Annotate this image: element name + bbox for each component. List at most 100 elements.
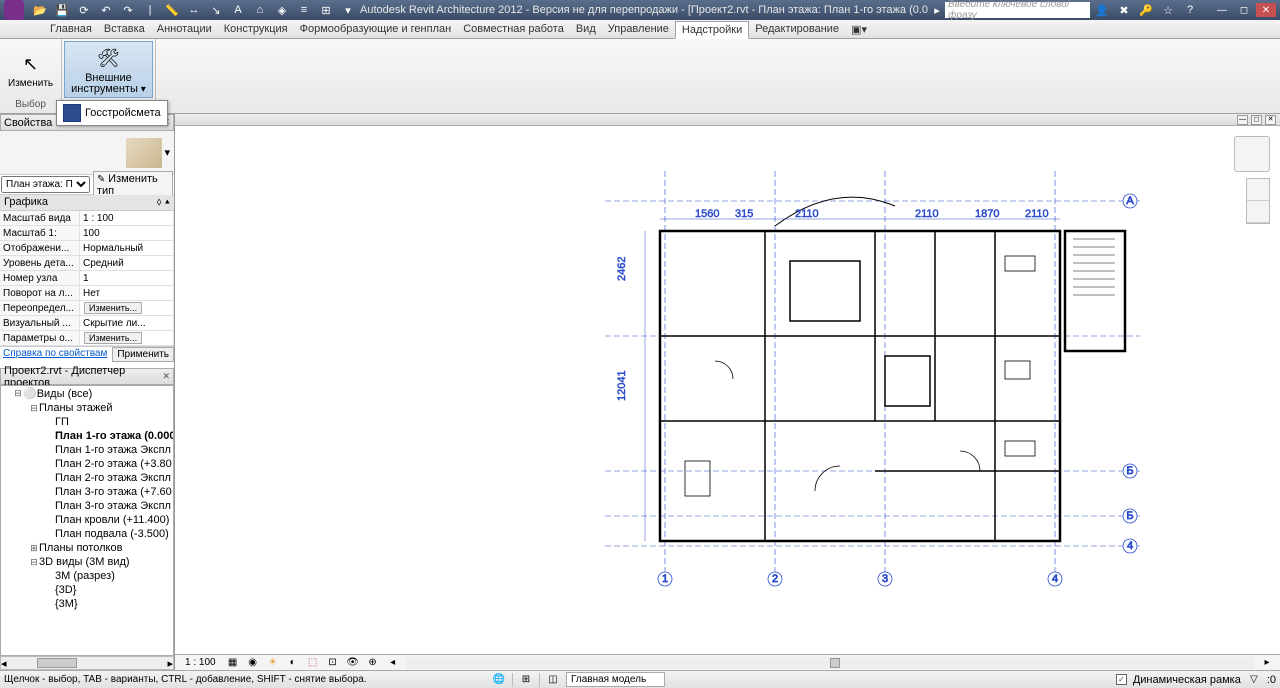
svg-text:315: 315 xyxy=(735,208,753,220)
prop-override-button[interactable]: Изменить... xyxy=(84,302,142,314)
prop-scale1-value[interactable]: 100 xyxy=(80,226,174,240)
hide-icon[interactable]: 👁 xyxy=(346,656,360,670)
reveal-icon[interactable]: ⊕ xyxy=(366,656,380,670)
prop-partnum-value[interactable]: 1 xyxy=(80,271,174,285)
model-selector[interactable]: Главная модель xyxy=(566,672,665,687)
measure-icon[interactable]: 📏 xyxy=(164,2,180,18)
scale-display[interactable]: 1 : 100 xyxy=(181,657,220,668)
exchange-icon[interactable]: ✖ xyxy=(1116,2,1132,18)
tree-item[interactable]: ГП xyxy=(1,415,173,429)
prop-scale-value[interactable]: 1 : 100 xyxy=(80,211,174,225)
tab-addins[interactable]: Надстройки xyxy=(675,21,749,39)
view-hscroll[interactable] xyxy=(406,657,1254,669)
view-cube[interactable] xyxy=(1234,136,1270,172)
properties-help-link[interactable]: Справка по свойствам xyxy=(0,347,112,362)
tab-manage[interactable]: Управление xyxy=(602,20,675,38)
navigation-bar[interactable] xyxy=(1246,178,1270,224)
visual-style-icon[interactable]: ◉ xyxy=(246,656,260,670)
redo-icon[interactable]: ↷ xyxy=(120,2,136,18)
view-window-controls: — ◻ ✕ xyxy=(175,114,1280,126)
dim-icon[interactable]: ↔ xyxy=(186,2,202,18)
cursor-icon: ↖ xyxy=(17,50,45,78)
tree-item[interactable]: План 1-го этажа (0.000 xyxy=(1,429,173,443)
tab-view[interactable]: Вид xyxy=(570,20,602,38)
key-icon[interactable]: 🔑 xyxy=(1138,2,1154,18)
tree-item[interactable]: План подвала (-3.500) xyxy=(1,527,173,541)
app-logo[interactable] xyxy=(4,0,24,20)
close-button[interactable]: ✕ xyxy=(1256,3,1276,17)
sign-in-icon[interactable]: 👤 xyxy=(1094,2,1110,18)
tab-home[interactable]: Главная xyxy=(44,20,98,38)
help-icon[interactable]: ? xyxy=(1182,2,1198,18)
category-selector[interactable]: План этажа: П xyxy=(1,176,90,193)
tree-item[interactable]: План кровли (+11.400) xyxy=(1,513,173,527)
3d-icon[interactable]: ⌂ xyxy=(252,2,268,18)
tree-item[interactable]: План 3-го этажа (+7.60 xyxy=(1,485,173,499)
prop-params-button[interactable]: Изменить... xyxy=(84,332,142,344)
minimize-button[interactable]: — xyxy=(1212,3,1232,17)
thin-lines-icon[interactable]: ≡ xyxy=(296,2,312,18)
title-next-icon[interactable]: ▸ xyxy=(929,2,945,18)
type-selector-thumb[interactable]: ▾ xyxy=(0,131,174,175)
tree-item[interactable]: 3М (разрез) xyxy=(1,569,173,583)
panel-close-icon[interactable]: ✕ xyxy=(162,371,170,382)
undo-icon[interactable]: ↶ xyxy=(98,2,114,18)
close-win-icon[interactable]: ⊞ xyxy=(318,2,334,18)
prop-visual-value[interactable]: Скрытие ли... xyxy=(80,316,174,330)
tab-annotate[interactable]: Аннотации xyxy=(151,20,218,38)
crop-region-icon[interactable]: ⊡ xyxy=(326,656,340,670)
detail-level-icon[interactable]: ▦ xyxy=(226,656,240,670)
crop-icon[interactable]: ⬚ xyxy=(306,656,320,670)
section-icon[interactable]: ◈ xyxy=(274,2,290,18)
browser-hscroll[interactable]: ◂▸ xyxy=(0,656,174,670)
tree-item[interactable]: План 3-го этажа Экспл xyxy=(1,499,173,513)
prop-rotation-value[interactable]: Нет xyxy=(80,286,174,300)
tree-item[interactable]: План 2-го этажа Экспл xyxy=(1,471,173,485)
nav-right-icon[interactable]: ▸ xyxy=(1260,656,1274,670)
workset-icon[interactable]: 🌐 xyxy=(492,673,506,687)
gosstroysmeta-menu-item[interactable]: Госстройсмета xyxy=(56,100,168,126)
tab-panel-toggle[interactable]: ▣▾ xyxy=(845,20,873,38)
browser-tree[interactable]: ⊟⚪ Виды (все) ⊟Планы этажей ГП План 1-го… xyxy=(0,385,174,656)
tree-item[interactable]: План 1-го этажа Экспл xyxy=(1,443,173,457)
select-group-label: Выбор xyxy=(2,98,59,111)
apply-button[interactable]: Применить xyxy=(112,347,174,362)
tag-icon[interactable]: ↘ xyxy=(208,2,224,18)
browser-header[interactable]: Проект2.rvt - Диспетчер проектов ✕ xyxy=(0,368,174,385)
dyn-frame-checkbox[interactable]: ✓ xyxy=(1116,674,1127,685)
sync-icon[interactable]: ⟳ xyxy=(76,2,92,18)
tab-massing[interactable]: Формообразующие и генплан xyxy=(294,20,458,38)
prop-display-value[interactable]: Нормальный xyxy=(80,241,174,255)
drawing-canvas[interactable]: 1 2 3 4 А Б Б 4 xyxy=(175,126,1280,654)
modify-button[interactable]: ↖ Изменить xyxy=(2,41,59,98)
editable-icon[interactable]: ⊞ xyxy=(519,673,533,687)
filter-icon[interactable]: ▽ xyxy=(1247,673,1261,687)
switch-win-icon[interactable]: ▾ xyxy=(340,2,356,18)
svg-text:2110: 2110 xyxy=(795,208,819,220)
text-icon[interactable]: A xyxy=(230,2,246,18)
tree-item[interactable]: {3D} xyxy=(1,583,173,597)
tree-item[interactable]: План 2-го этажа (+3.80 xyxy=(1,457,173,471)
tab-insert[interactable]: Вставка xyxy=(98,20,151,38)
design-options-icon[interactable]: ◫ xyxy=(546,673,560,687)
view-min-button[interactable]: — xyxy=(1237,115,1248,125)
tree-item[interactable]: {3М} xyxy=(1,597,173,611)
view-control-bar: 1 : 100 ▦ ◉ ☀ ◐ ⬚ ⊡ 👁 ⊕ ◂ ▸ xyxy=(175,654,1280,670)
nav-left-icon[interactable]: ◂ xyxy=(386,656,400,670)
view-max-button[interactable]: ◻ xyxy=(1251,115,1262,125)
tab-structure[interactable]: Конструкция xyxy=(218,20,294,38)
external-tools-button[interactable]: 🛠 Внешниеинструменты ▾ xyxy=(64,41,153,98)
view-close-button[interactable]: ✕ xyxy=(1265,115,1276,125)
tab-modify[interactable]: Редактирование xyxy=(749,20,845,38)
prop-detail-value[interactable]: Средний xyxy=(80,256,174,270)
maximize-button[interactable]: ◻ xyxy=(1234,3,1254,17)
search-input[interactable]: Введите ключевое слово/фразу xyxy=(945,2,1090,18)
sun-icon[interactable]: ☀ xyxy=(266,656,280,670)
props-section-header[interactable]: Графика⬨ ▴ xyxy=(0,195,174,211)
dyn-frame-label: Динамическая рамка xyxy=(1133,674,1241,686)
shadow-icon[interactable]: ◐ xyxy=(286,656,300,670)
open-icon[interactable]: 📂 xyxy=(32,2,48,18)
tab-collaborate[interactable]: Совместная работа xyxy=(457,20,570,38)
fav-icon[interactable]: ☆ xyxy=(1160,2,1176,18)
save-icon[interactable]: 💾 xyxy=(54,2,70,18)
